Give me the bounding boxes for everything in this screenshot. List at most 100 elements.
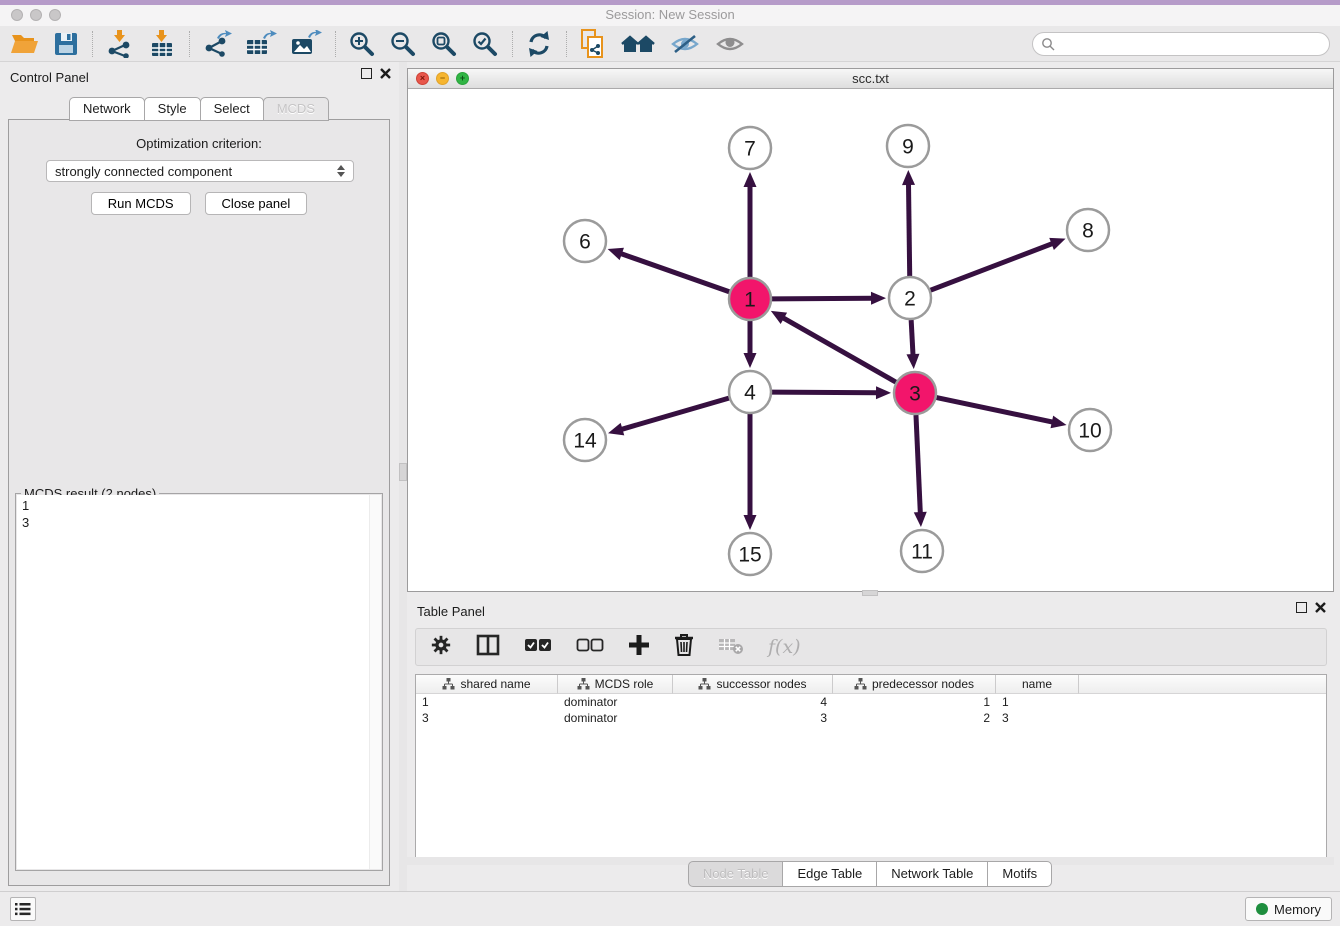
zoom-out-icon[interactable] xyxy=(389,29,417,59)
graph-edge-arrowhead xyxy=(744,172,757,187)
table-row[interactable]: 3dominator323 xyxy=(416,710,1326,726)
search-input[interactable] xyxy=(1032,32,1330,56)
graph-edge-3-10[interactable] xyxy=(937,398,1054,423)
table-tabs: Node TableEdge TableNetwork TableMotifs xyxy=(407,861,1334,887)
add-row-icon[interactable] xyxy=(628,634,650,661)
network-overview-icon[interactable] xyxy=(620,29,656,59)
export-network-icon[interactable] xyxy=(202,29,232,59)
table-toolbar: f(x) xyxy=(415,628,1327,666)
cell-successor-nodes[interactable]: 3 xyxy=(673,710,833,726)
apply-function-icon[interactable]: f(x) xyxy=(768,636,801,658)
clone-network-icon[interactable] xyxy=(579,29,607,59)
deselect-all-columns-icon[interactable] xyxy=(576,638,604,657)
graph-edge-3-1[interactable] xyxy=(782,317,896,382)
tab-network-table[interactable]: Network Table xyxy=(876,861,988,887)
scrollbar-track[interactable] xyxy=(369,495,381,869)
column-header-predecessor-nodes[interactable]: predecessor nodes xyxy=(833,675,996,694)
graph-node-label: 3 xyxy=(909,383,921,406)
run-mcds-button[interactable]: Run MCDS xyxy=(91,192,191,215)
import-table-icon[interactable] xyxy=(148,29,176,59)
toolbar-separator xyxy=(189,31,191,57)
cell-predecessor-nodes[interactable]: 1 xyxy=(833,694,996,710)
control-panel-tabs: NetworkStyleSelectMCDS xyxy=(0,97,399,121)
tab-edge-table[interactable]: Edge Table xyxy=(782,861,877,887)
cell-successor-nodes[interactable]: 4 xyxy=(673,694,833,710)
cell-MCDS-role[interactable]: dominator xyxy=(558,710,673,726)
graph-edge-2-9[interactable] xyxy=(908,183,909,276)
tab-node-table[interactable]: Node Table xyxy=(688,861,784,887)
control-panel: Control Panel NetworkStyleSelectMCDS Opt… xyxy=(0,62,399,892)
export-table-icon[interactable] xyxy=(245,29,277,59)
close-panel-button[interactable]: Close panel xyxy=(205,192,308,215)
frame-resize-handle[interactable] xyxy=(862,590,878,596)
show-details-icon[interactable] xyxy=(714,29,746,59)
zoom-fit-icon[interactable] xyxy=(430,29,458,59)
column-header-MCDS-role[interactable]: MCDS role xyxy=(558,675,673,694)
cell-name[interactable]: 1 xyxy=(996,694,1079,710)
graph-node-label: 14 xyxy=(573,430,597,453)
tab-network[interactable]: Network xyxy=(69,97,145,121)
network-graph-canvas[interactable]: 7968124314101511 xyxy=(408,89,1333,592)
refresh-icon[interactable] xyxy=(525,29,553,59)
vertical-splitter[interactable] xyxy=(399,62,407,892)
select-all-columns-icon[interactable] xyxy=(524,638,552,657)
list-icon xyxy=(15,902,31,916)
close-panel-icon[interactable] xyxy=(380,68,391,79)
delete-table-icon[interactable] xyxy=(718,635,744,660)
toolbar-separator xyxy=(335,31,337,57)
maximize-network-icon[interactable]: + xyxy=(456,72,469,85)
memory-status-icon xyxy=(1256,903,1268,915)
column-header-shared-name[interactable]: shared name xyxy=(416,675,558,694)
graph-edge-1-2[interactable] xyxy=(772,298,873,299)
tab-mcds[interactable]: MCDS xyxy=(263,97,329,121)
network-window-title: scc.txt xyxy=(852,71,889,86)
memory-label: Memory xyxy=(1274,902,1321,917)
cell-shared-name[interactable]: 3 xyxy=(416,710,558,726)
network-view-window: × − + scc.txt 7968124314101511 xyxy=(407,68,1334,592)
cell-predecessor-nodes[interactable]: 2 xyxy=(833,710,996,726)
graph-edge-4-14[interactable] xyxy=(621,398,729,430)
network-window-titlebar[interactable]: × − + scc.txt xyxy=(408,69,1333,89)
zoom-in-icon[interactable] xyxy=(348,29,376,59)
split-panel-icon[interactable] xyxy=(476,634,500,661)
import-network-icon[interactable] xyxy=(105,29,135,59)
node-table[interactable]: shared nameMCDS rolesuccessor nodesprede… xyxy=(415,674,1327,859)
open-session-icon[interactable] xyxy=(10,29,40,59)
task-history-button[interactable] xyxy=(10,897,36,921)
export-image-icon[interactable] xyxy=(290,29,322,59)
table-settings-icon[interactable] xyxy=(430,634,452,661)
cell-name[interactable]: 3 xyxy=(996,710,1079,726)
toolbar-separator xyxy=(92,31,94,57)
graph-edge-1-6[interactable] xyxy=(620,253,729,291)
delete-row-icon[interactable] xyxy=(674,633,694,662)
table-panel-title: Table Panel xyxy=(417,604,485,619)
graph-edge-2-3[interactable] xyxy=(911,320,913,356)
cell-MCDS-role[interactable]: dominator xyxy=(558,694,673,710)
hide-details-icon[interactable] xyxy=(669,29,701,59)
splitter-handle[interactable] xyxy=(399,463,407,481)
close-network-icon[interactable]: × xyxy=(416,72,429,85)
table-row[interactable]: 1dominator411 xyxy=(416,694,1326,710)
tab-style[interactable]: Style xyxy=(144,97,201,121)
float-panel-icon[interactable] xyxy=(361,68,372,79)
column-header-name[interactable]: name xyxy=(996,675,1079,694)
graph-node-label: 15 xyxy=(738,544,761,567)
float-table-panel-icon[interactable] xyxy=(1296,602,1307,613)
graph-edge-3-11[interactable] xyxy=(916,415,920,514)
close-table-panel-icon[interactable] xyxy=(1315,602,1326,613)
graph-node-label: 7 xyxy=(744,138,756,161)
mcds-result-text[interactable]: 1 3 xyxy=(17,495,381,869)
zoom-selected-icon[interactable] xyxy=(471,29,499,59)
graph-node-label: 11 xyxy=(911,541,933,564)
column-header-successor-nodes[interactable]: successor nodes xyxy=(673,675,833,694)
tab-select[interactable]: Select xyxy=(200,97,264,121)
graph-edge-4-3[interactable] xyxy=(772,392,878,393)
graph-edge-2-8[interactable] xyxy=(931,243,1054,290)
optimization-criterion-select[interactable]: strongly connected component xyxy=(46,160,354,182)
minimize-network-icon[interactable]: − xyxy=(436,72,449,85)
graph-node-label: 10 xyxy=(1078,420,1101,443)
tab-motifs[interactable]: Motifs xyxy=(987,861,1052,887)
cell-shared-name[interactable]: 1 xyxy=(416,694,558,710)
save-session-icon[interactable] xyxy=(53,29,79,59)
memory-button[interactable]: Memory xyxy=(1245,897,1332,921)
